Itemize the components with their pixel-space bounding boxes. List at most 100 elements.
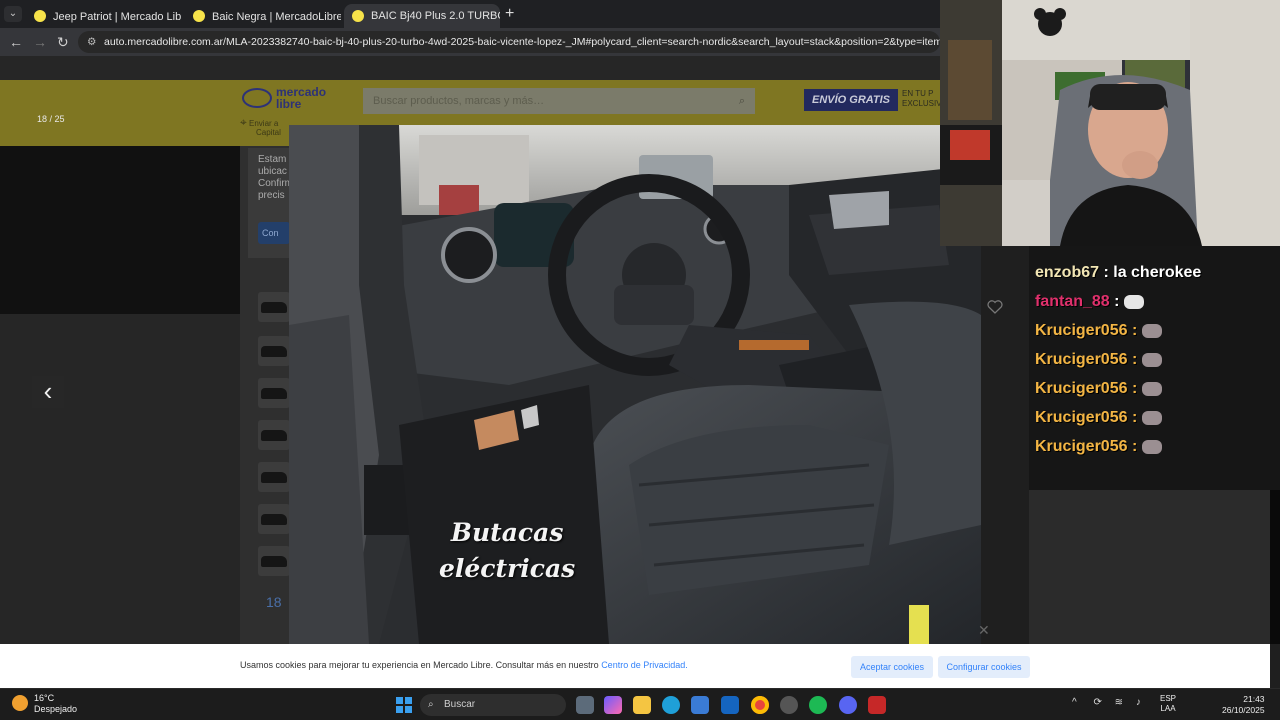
chat-message: enzob67 : la cherokee: [1035, 264, 1201, 282]
privacy-center-link[interactable]: Centro de Privacidad.: [601, 660, 688, 670]
clock-time: 21:43: [1243, 694, 1265, 704]
windows-start-icon[interactable]: [396, 697, 412, 713]
file-explorer-icon[interactable]: [633, 696, 651, 714]
configure-cookies-button[interactable]: Configurar cookies: [938, 656, 1030, 678]
mercadolibre-favicon-icon: [352, 10, 364, 22]
page-right-area: [1029, 490, 1270, 644]
location-line2: Capital: [256, 128, 281, 137]
accept-cookies-button[interactable]: Aceptar cookies: [851, 656, 933, 678]
search-icon: ⌕: [428, 699, 434, 710]
chat-message: Kruciger056 :: [1035, 322, 1162, 340]
tab-search-button[interactable]: ⌄: [4, 6, 22, 22]
network-icon[interactable]: ≋: [1115, 697, 1123, 708]
input-language-indicator[interactable]: ESP LAA: [1160, 694, 1176, 714]
cookie-message: Usamos cookies para mejorar tu experienc…: [240, 660, 688, 670]
obs-icon[interactable]: [780, 696, 798, 714]
tab-baic-bj40[interactable]: BAIC Bj40 Plus 2.0 TURBO 4WD ✕: [344, 4, 500, 28]
close-lightbox-icon[interactable]: ✕: [978, 622, 990, 639]
chat-text: :: [1131, 438, 1138, 455]
envio-sub-line1: EN TU P: [902, 89, 934, 98]
product-search-input[interactable]: Buscar productos, marcas y más… ⌕: [363, 88, 755, 114]
page-left-panel: [0, 146, 240, 314]
task-view-icon[interactable]: [576, 696, 594, 714]
tab-label: BAIC Bj40 Plus 2.0 TURBO 4WD: [371, 10, 500, 22]
microphone-icon[interactable]: ♪: [1136, 697, 1141, 708]
temperature: 16°C: [34, 693, 55, 703]
webcam-feed: [940, 0, 1280, 246]
site-settings-icon[interactable]: ⚙: [87, 31, 96, 53]
sync-icon[interactable]: ⟳: [1093, 697, 1101, 708]
chat-username: fantan_88: [1035, 293, 1110, 310]
envio-gratis-badge[interactable]: ENVÍO GRATIS: [804, 89, 898, 111]
keyboard-layout: LAA: [1160, 704, 1176, 713]
weather-sun-icon: [12, 695, 28, 711]
discord-icon[interactable]: [839, 696, 857, 714]
gallery-thumbnail[interactable]: [258, 546, 290, 576]
gallery-thumbnail[interactable]: [258, 336, 290, 366]
gallery-thumbnail[interactable]: [258, 292, 290, 322]
back-arrow-icon[interactable]: ←: [9, 34, 23, 50]
chat-text: : la cherokee: [1103, 264, 1202, 281]
chat-message: Kruciger056 :: [1035, 438, 1162, 456]
taskbar-search-box[interactable]: ⌕ Buscar: [420, 694, 566, 716]
card-text-line2: precis: [258, 190, 285, 201]
tab-baic-negra[interactable]: Baic Negra | MercadoLibre 🎯 ✕: [185, 4, 341, 28]
spotify-icon[interactable]: [809, 696, 827, 714]
image-counter: 18 / 25: [37, 114, 65, 124]
system-tray[interactable]: ^ ⟳ ≋ ♪: [1072, 697, 1141, 708]
tab-label: Baic Negra | MercadoLibre 🎯: [212, 10, 341, 23]
chat-text: :: [1114, 293, 1120, 310]
search-icon[interactable]: ⌕: [739, 88, 745, 114]
caption-line2: eléctricas: [439, 554, 576, 583]
chat-username: Kruciger056: [1035, 380, 1128, 397]
location-line1: Enviar a: [249, 119, 279, 128]
tab-label: Jeep Patriot | Mercado Libre 🚙: [53, 10, 182, 23]
location-pin-icon: ⌖: [240, 115, 247, 129]
browser-tab-bar: ⌄ Jeep Patriot | Mercado Libre 🚙 ✕ Baic …: [0, 0, 940, 28]
forward-arrow-icon[interactable]: →: [33, 34, 47, 50]
gallery-thumbnail[interactable]: [258, 504, 290, 534]
chat-emote-icon: [1141, 439, 1162, 454]
previous-image-button[interactable]: ‹: [32, 376, 64, 408]
url-input[interactable]: ⚙ auto.mercadolibre.com.ar/MLA-202338274…: [78, 31, 940, 53]
stream-chat-overlay: enzob67 : la cherokee fantan_88 : Krucig…: [1029, 246, 1280, 490]
gallery-thumbnail[interactable]: [258, 420, 290, 450]
outlook-icon[interactable]: [721, 696, 739, 714]
chat-emote-icon: [1123, 294, 1144, 309]
microsoft-store-icon[interactable]: [691, 696, 709, 714]
video-editor-icon[interactable]: [868, 696, 886, 714]
more-photos-count[interactable]: 18: [266, 594, 282, 610]
gallery-thumbnail[interactable]: [258, 378, 290, 408]
mercadolibre-favicon-icon: [34, 10, 46, 22]
gallery-thumbnail[interactable]: [258, 462, 290, 492]
mercadolibre-logo[interactable]: mercado libre: [242, 86, 326, 110]
system-clock[interactable]: 21:43 26/10/2025: [1222, 694, 1265, 716]
confirm-location-button[interactable]: Con: [258, 222, 290, 244]
chat-text: :: [1131, 409, 1138, 426]
gallery-main-image[interactable]: Butacas eléctricas: [289, 125, 981, 644]
photo-caption: Butacas eléctricas: [439, 515, 575, 587]
chrome-icon[interactable]: [751, 696, 769, 714]
tray-overflow-chevron-icon[interactable]: ^: [1072, 697, 1077, 708]
weather-widget[interactable]: 16°C Despejado: [12, 693, 77, 715]
reload-icon[interactable]: ↻: [57, 34, 69, 51]
chat-message: Kruciger056 :: [1035, 351, 1162, 369]
new-tab-button[interactable]: +: [505, 6, 514, 22]
delivery-location[interactable]: ⌖ Enviar a Capital: [240, 115, 281, 137]
chat-emote-icon: [1141, 381, 1162, 396]
confirm-button-label: Con: [262, 228, 279, 238]
handshake-logo-icon: [242, 88, 272, 108]
copilot-icon[interactable]: [604, 696, 622, 714]
chat-text: :: [1131, 322, 1138, 339]
cookie-banner: Usamos cookies para mejorar tu experienc…: [0, 644, 1270, 688]
chat-username: Kruciger056: [1035, 438, 1128, 455]
chat-text: :: [1131, 351, 1138, 368]
chat-username: Kruciger056: [1035, 409, 1128, 426]
edge-browser-icon[interactable]: [662, 696, 680, 714]
chat-username: Kruciger056: [1035, 351, 1128, 368]
chat-username: enzob67: [1035, 264, 1100, 281]
car-interior-photo: [289, 125, 981, 644]
windows-taskbar: 16°C Despejado ⌕ Buscar ^ ⟳ ≋ ♪ ESP LAA 2…: [0, 688, 1280, 720]
heart-icon[interactable]: [987, 300, 1003, 319]
tab-jeep-patriot[interactable]: Jeep Patriot | Mercado Libre 🚙 ✕: [26, 4, 182, 28]
